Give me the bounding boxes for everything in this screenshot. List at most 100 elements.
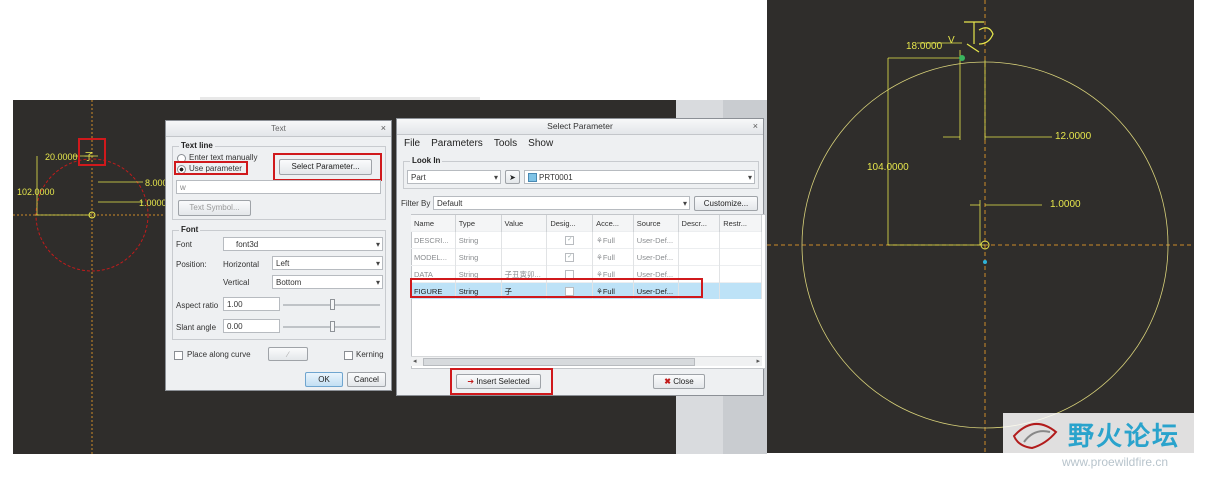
scroll-right-icon[interactable]: ▸ xyxy=(756,357,760,365)
menu-file[interactable]: File xyxy=(404,138,420,152)
cell-name: DESCRI... xyxy=(411,231,456,249)
watermark-logo-icon xyxy=(1006,416,1062,456)
cell-designate: ✓ xyxy=(546,231,594,249)
menu-tools[interactable]: Tools xyxy=(494,138,517,152)
highlight-figure-row xyxy=(410,278,703,298)
scroll-left-icon[interactable]: ◂ xyxy=(413,357,417,365)
highlight-insert-selected xyxy=(450,368,553,395)
cell-access: ⚘Full xyxy=(592,248,634,266)
filter-select[interactable]: Default xyxy=(433,196,690,210)
cell-description xyxy=(678,248,721,266)
access-icon: ⚘ xyxy=(596,235,603,245)
cell-name: MODEL... xyxy=(411,248,456,266)
aspect-ratio-field[interactable]: 1.00 xyxy=(223,297,280,311)
col-name[interactable]: Name xyxy=(411,215,456,232)
vertical-select[interactable]: Bottom xyxy=(272,275,383,289)
cell-restriction xyxy=(719,248,762,266)
kerning-checkbox[interactable] xyxy=(344,351,353,360)
horizontal-select[interactable]: Left xyxy=(272,256,383,270)
cell-type: String xyxy=(455,231,502,249)
look-in-label: Look In xyxy=(410,156,443,165)
dim-right-2[interactable]: 12.0000 xyxy=(1055,131,1091,142)
watermark-url: www.proewildfire.cn xyxy=(1062,455,1169,469)
dim-left-4[interactable]: 1.0000 xyxy=(139,198,167,208)
designate-checkbox[interactable]: ✓ xyxy=(565,235,575,245)
look-in-select[interactable]: Part xyxy=(407,170,501,184)
sketch-canvas-right[interactable]: 18.0000 V 12.0000 104.0000 1.0000 xyxy=(767,0,1194,453)
text-dialog: Text × Text line Enter text manually Use… xyxy=(165,120,392,391)
access-icon: ⚘ xyxy=(596,252,603,262)
menu-show[interactable]: Show xyxy=(528,138,553,152)
table-horizontal-scrollbar[interactable]: ◂ ▸ xyxy=(411,356,762,366)
place-along-curve-checkbox[interactable] xyxy=(174,351,183,360)
customize-button[interactable]: Customize... xyxy=(694,196,758,211)
select-parameter-titlebar[interactable]: Select Parameter × xyxy=(397,119,763,135)
slant-angle-field[interactable]: 0.00 xyxy=(223,319,280,333)
col-description[interactable]: Descr... xyxy=(678,215,721,232)
table-header-row: Name Type Value Desig... Acce... Source … xyxy=(411,215,762,232)
select-parameter-title: Select Parameter xyxy=(547,121,613,131)
close-button[interactable]: ✖ Close xyxy=(653,374,705,389)
highlight-glyph-box xyxy=(78,138,106,166)
cell-access: ⚘Full xyxy=(592,231,634,249)
sketch-geometry-right xyxy=(767,0,1194,453)
dim-left-1[interactable]: 20.0000 xyxy=(45,152,78,162)
place-along-curve-label[interactable]: Place along curve xyxy=(187,350,251,359)
close-label: Close xyxy=(673,377,694,386)
cell-source: User-Def... xyxy=(633,231,679,249)
dim-right-3[interactable]: 104.0000 xyxy=(867,162,909,173)
text-line-label: Text line xyxy=(179,141,215,150)
highlight-use-parameter xyxy=(174,161,248,175)
slant-angle-slider-thumb[interactable] xyxy=(330,321,335,332)
font-label: Font xyxy=(176,240,193,249)
pick-arrow-button[interactable]: ➤ xyxy=(505,170,520,184)
cell-access-text: Full xyxy=(602,252,615,262)
cursor-arrow-icon: ➤ xyxy=(509,173,516,182)
cell-restriction xyxy=(719,282,762,299)
cell-value xyxy=(501,231,548,249)
text-dialog-title: Text xyxy=(271,124,286,133)
model-select[interactable]: PRT0001 xyxy=(524,170,755,184)
cancel-button[interactable]: Cancel xyxy=(347,372,386,387)
col-source[interactable]: Source xyxy=(633,215,679,232)
slant-angle-label: Slant angle xyxy=(176,323,217,332)
model-name: PRT0001 xyxy=(539,173,573,182)
cell-type: String xyxy=(455,248,502,266)
col-restriction[interactable]: Restr... xyxy=(719,215,762,232)
col-designate[interactable]: Desig... xyxy=(546,215,594,232)
vertical-label: Vertical xyxy=(223,278,250,287)
col-access[interactable]: Acce... xyxy=(592,215,634,232)
font-select[interactable]: font3d xyxy=(223,237,383,251)
horizontal-label: Horizontal xyxy=(223,260,260,269)
aspect-ratio-label: Aspect ratio xyxy=(176,301,219,310)
dim-right-1[interactable]: 18.0000 xyxy=(906,41,942,52)
text-value-field[interactable]: w xyxy=(176,180,381,194)
table-row[interactable]: MODEL... String ✓ ⚘Full User-Def... xyxy=(411,248,762,266)
close-x-icon: ✖ xyxy=(664,377,671,386)
kerning-label[interactable]: Kerning xyxy=(356,350,384,359)
designate-checkbox[interactable]: ✓ xyxy=(565,252,575,262)
cell-restriction xyxy=(719,231,762,249)
curve-select-button[interactable]: ∕ xyxy=(268,347,308,361)
menu-parameters[interactable]: Parameters xyxy=(431,138,483,152)
watermark-title: 野火论坛 xyxy=(1068,421,1181,451)
dim-left-2[interactable]: 102.0000 xyxy=(17,187,55,197)
scroll-thumb[interactable] xyxy=(423,358,695,366)
part-icon xyxy=(528,173,537,183)
highlight-select-parameter xyxy=(273,153,382,181)
ok-button[interactable]: OK xyxy=(305,372,343,387)
close-icon[interactable]: × xyxy=(753,119,758,134)
dim-right-label-v: V xyxy=(948,35,955,46)
col-type[interactable]: Type xyxy=(455,215,502,232)
table-row[interactable]: DESCRI... String ✓ ⚘Full User-Def... xyxy=(411,231,762,249)
text-symbol-button[interactable]: Text Symbol... xyxy=(178,200,251,216)
cell-designate: ✓ xyxy=(546,248,594,266)
cell-restriction xyxy=(719,265,762,283)
position-label: Position: xyxy=(176,260,207,269)
text-dialog-titlebar[interactable]: Text × xyxy=(166,121,391,137)
close-icon[interactable]: × xyxy=(381,121,386,136)
cell-value xyxy=(501,248,548,266)
aspect-ratio-slider-thumb[interactable] xyxy=(330,299,335,310)
col-value[interactable]: Value xyxy=(501,215,548,232)
dim-right-4[interactable]: 1.0000 xyxy=(1050,199,1081,210)
